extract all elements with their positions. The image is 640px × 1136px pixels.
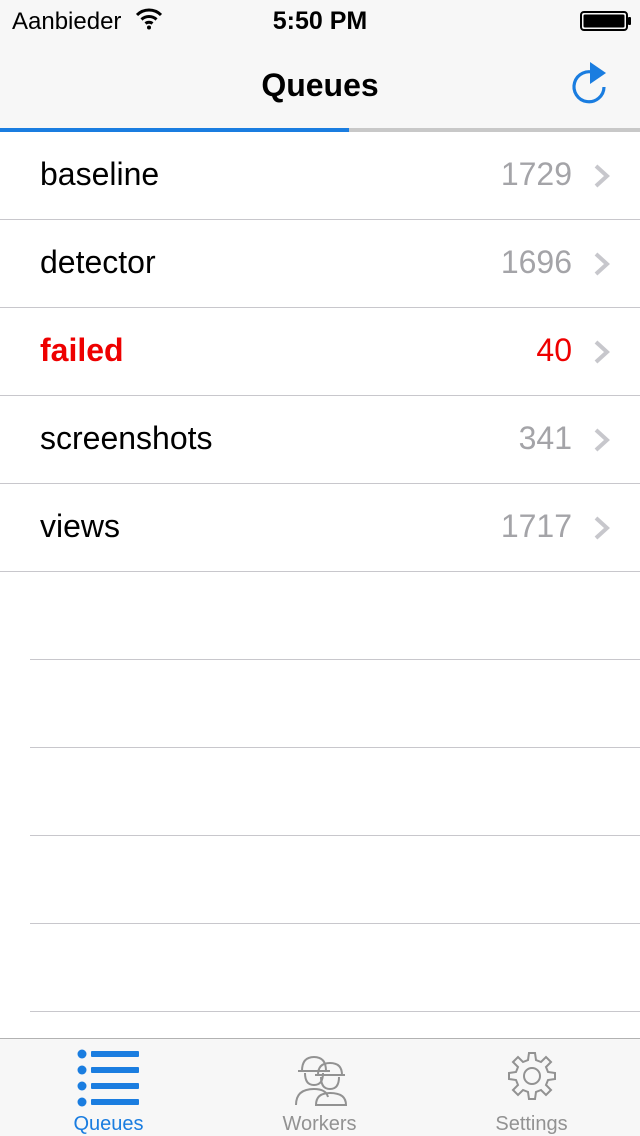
chevron-right-icon xyxy=(594,516,610,540)
queue-row-screenshots[interactable]: screenshots 341 xyxy=(0,396,640,484)
chevron-right-icon xyxy=(594,340,610,364)
screen: Aanbieder 5:50 PM Queues baseline 1729 d… xyxy=(0,0,640,1136)
queue-name: failed xyxy=(40,332,124,368)
chevron-right-icon xyxy=(594,164,610,188)
empty-row-separator xyxy=(0,924,640,1012)
workers-icon xyxy=(294,1055,347,1106)
queue-count: 341 xyxy=(518,420,572,456)
navigation-bar: Queues xyxy=(0,40,640,128)
gear-icon xyxy=(507,1052,556,1100)
empty-row-separator xyxy=(0,572,640,660)
queue-name: baseline xyxy=(40,156,160,192)
queue-list: baseline 1729 detector 1696 failed 40 sc… xyxy=(0,132,640,1012)
tab-queues[interactable]: Queues xyxy=(2,1039,215,1136)
queue-name: screenshots xyxy=(40,420,213,456)
queue-row-baseline[interactable]: baseline 1729 xyxy=(0,132,640,220)
list-icon xyxy=(77,1049,139,1107)
queue-row-detector[interactable]: detector 1696 xyxy=(0,220,640,308)
chevron-right-icon xyxy=(594,252,610,276)
queue-row-failed[interactable]: failed 40 xyxy=(0,308,640,396)
queue-count: 1696 xyxy=(500,244,572,280)
tab-bar: Queues Workers Settings xyxy=(0,1038,640,1136)
empty-row-separator xyxy=(0,748,640,836)
tab-label: Settings xyxy=(495,1113,568,1135)
empty-row-separator xyxy=(0,836,640,924)
status-bar: Aanbieder 5:50 PM xyxy=(0,0,640,40)
queue-name: detector xyxy=(40,244,156,280)
battery-icon xyxy=(580,11,631,31)
status-time: 5:50 PM xyxy=(272,7,368,35)
tab-label: Queues xyxy=(73,1113,144,1135)
refresh-icon[interactable] xyxy=(566,58,612,106)
page-title: Queues xyxy=(261,67,379,103)
queue-count: 40 xyxy=(536,332,572,368)
queue-count: 1717 xyxy=(500,508,572,544)
tab-workers[interactable]: Workers xyxy=(213,1039,426,1136)
tab-settings[interactable]: Settings xyxy=(425,1039,638,1136)
queue-row-views[interactable]: views 1717 xyxy=(0,484,640,572)
queue-name: views xyxy=(40,508,121,544)
empty-row-separator xyxy=(0,660,640,748)
chevron-right-icon xyxy=(594,428,610,452)
tab-label: Workers xyxy=(282,1113,357,1135)
queue-count: 1729 xyxy=(500,156,572,192)
